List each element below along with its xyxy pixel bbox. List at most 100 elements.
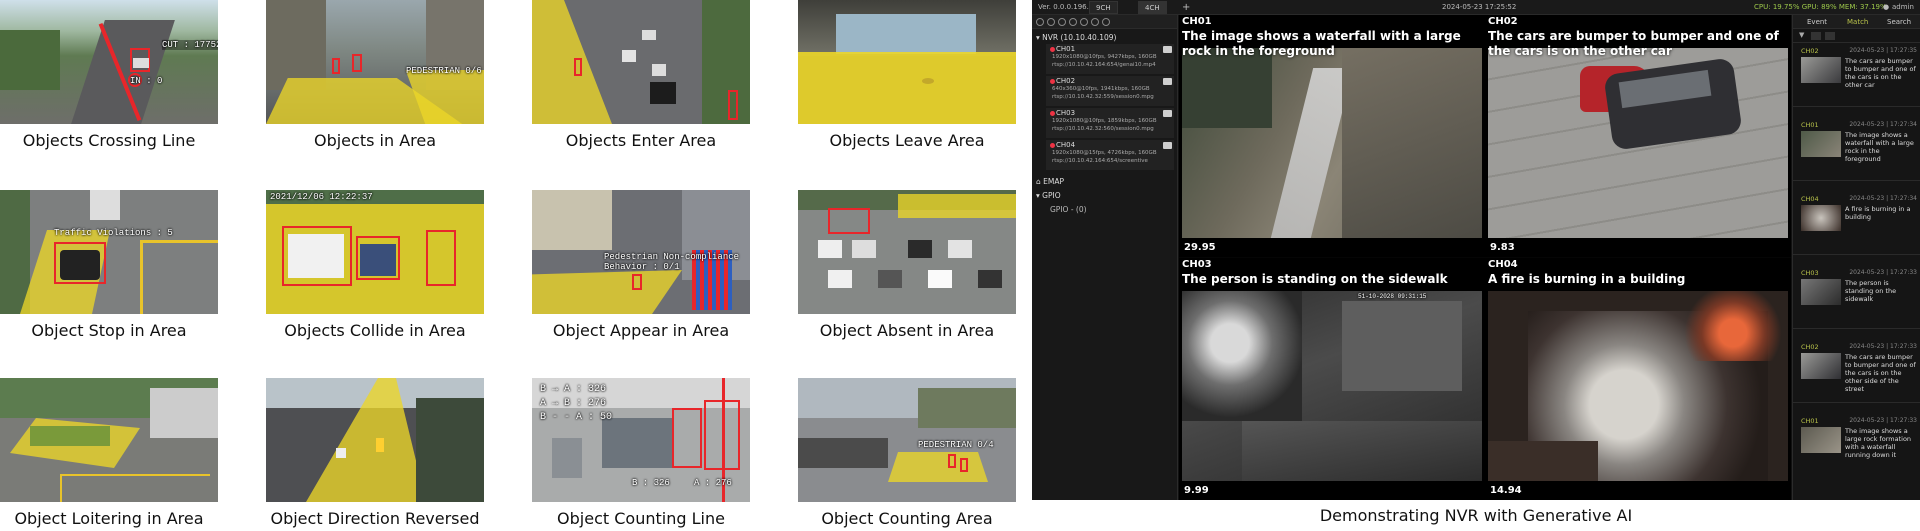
demo-absent-in-area: Object Absent in Area <box>798 190 1016 340</box>
demo-caption: Object Absent in Area <box>819 321 995 340</box>
event-item[interactable]: CH04 2024-05-23 | 17:27:34 A fire is bur… <box>1793 191 1920 255</box>
event-text: The image shows a waterfall with a large… <box>1845 131 1914 163</box>
demo-counting-area: PEDESTRIAN 0/4 Object Counting Area <box>798 378 1016 528</box>
ai-caption: The image shows a waterfall with a large… <box>1182 29 1461 58</box>
event-item[interactable]: CH02 2024-05-23 | 17:27:35 The cars are … <box>1793 43 1920 107</box>
filter-icon[interactable]: ▼ <box>1799 31 1804 39</box>
demo-thumbnail <box>0 378 218 502</box>
event-channel: CH01 <box>1801 121 1819 129</box>
add-tab-button[interactable]: + <box>1182 0 1190 15</box>
tool-icon[interactable] <box>1047 18 1055 26</box>
tab-9ch[interactable]: 9CH <box>1089 1 1118 14</box>
status-icon <box>1163 110 1172 117</box>
event-channel: CH04 <box>1801 195 1819 203</box>
tree-gpio-item[interactable]: GPIO - (0) <box>1050 205 1087 214</box>
tab-4ch[interactable]: 4CH <box>1138 1 1167 14</box>
event-channel: CH02 <box>1801 47 1819 55</box>
event-item[interactable]: CH03 2024-05-23 | 17:27:33 The person is… <box>1793 265 1920 329</box>
video-cell-ch03[interactable]: 51-10-2028 09:31:15 CH03 The person is s… <box>1179 258 1485 500</box>
tree-emap-label: EMAP <box>1043 177 1065 186</box>
filter-box[interactable] <box>1825 32 1835 40</box>
tree-gpio-node[interactable]: ▾ GPIO <box>1036 191 1061 200</box>
channel-name: CH04 <box>1056 141 1076 149</box>
camera-icon <box>1050 79 1055 84</box>
demo-caption: Object Appear in Area <box>552 321 730 340</box>
overlay-counter: IN : 0 <box>130 76 163 86</box>
video-cell-ch04[interactable]: CH04 A fire is burning in a building 14.… <box>1485 258 1791 500</box>
tree-emap-node[interactable]: ⌂ EMAP <box>1036 177 1064 186</box>
user-icon[interactable]: ● <box>1883 0 1889 15</box>
ai-caption: The person is standing on the sidewalk <box>1182 272 1448 286</box>
channel-spec: 1920x1080@10fps, 1859kbps, 160GB <box>1052 118 1157 124</box>
status-icon <box>1163 142 1172 149</box>
demo-caption: Object Counting Line <box>557 509 725 528</box>
channel-row[interactable]: CH02 640x360@10fps, 1941kbps, 160GB rtsp… <box>1046 76 1174 106</box>
demo-objects-in-area: PEDESTRIAN 0/6 Objects in Area <box>266 0 484 150</box>
video-cell-ch02[interactable]: CH02 The cars are bumper to bumper and o… <box>1485 15 1791 257</box>
camera-icon <box>1050 47 1055 52</box>
device-tree-panel: ▾ NVR (10.10.40.109) CH01 1920x1080@10fp… <box>1032 15 1178 500</box>
tool-icon[interactable] <box>1102 18 1110 26</box>
tree-nvr-node[interactable]: ▾ NVR (10.10.40.109) <box>1036 33 1116 42</box>
video-cell-ch01[interactable]: CH01 The image shows a waterfall with a … <box>1179 15 1485 257</box>
event-item[interactable]: CH02 2024-05-23 | 17:27:33 The cars are … <box>1793 339 1920 403</box>
filter-box[interactable] <box>1811 32 1821 40</box>
demo-thumbnail <box>798 0 1016 124</box>
tool-icon[interactable] <box>1069 18 1077 26</box>
tab-event[interactable]: Event <box>1807 17 1827 27</box>
overlay-counter: B - - A : 50 <box>540 412 613 423</box>
channel-row[interactable]: CH01 1920x1080@10fps, 9427kbps, 160GB rt… <box>1046 44 1174 74</box>
camera-icon <box>1050 143 1055 148</box>
event-channel: CH02 <box>1801 343 1819 351</box>
demo-leave-area: Objects Leave Area <box>798 0 1016 150</box>
channel-label: CH03 <box>1182 259 1212 270</box>
event-panel: Event Match Search ▼ CH02 2024-05-23 | 1… <box>1792 15 1920 500</box>
event-time: 2024-05-23 | 17:27:33 <box>1849 343 1917 350</box>
event-time: 2024-05-23 | 17:27:35 <box>1849 47 1917 54</box>
demo-caption: Objects Enter Area <box>565 131 717 150</box>
event-item[interactable]: CH01 2024-05-23 | 17:27:34 The image sho… <box>1793 117 1920 181</box>
demo-thumbnail: CUT : 17752 IN : 0 <box>0 0 218 124</box>
event-thumbnail <box>1801 427 1841 453</box>
event-text: The image shows a large rock formation w… <box>1845 427 1912 459</box>
tab-search[interactable]: Search <box>1887 17 1911 27</box>
overlay-counter: B → A : 326 <box>540 384 607 395</box>
overlay-timestamp: 51-10-2028 09:31:15 <box>1358 293 1427 300</box>
tree-gpio-label: GPIO <box>1042 191 1061 200</box>
channel-row[interactable]: CH03 1920x1080@10fps, 1859kbps, 160GB rt… <box>1046 108 1174 138</box>
channel-url: rtsp://10.10.42.32:559/session0.mpg <box>1052 94 1154 100</box>
event-time: 2024-05-23 | 17:27:33 <box>1849 417 1917 424</box>
tool-icon[interactable] <box>1058 18 1066 26</box>
fps-label: 14.94 <box>1490 485 1522 496</box>
page: CUT : 17752 IN : 0 Objects Crossing Line… <box>0 0 1920 531</box>
channel-name: CH01 <box>1056 45 1076 53</box>
fps-label: 9.99 <box>1184 485 1209 496</box>
demo-loitering-in-area: Object Loitering in Area <box>0 378 218 528</box>
tool-icon[interactable] <box>1036 18 1044 26</box>
title-bar: Ver. 0.0.0.196.2 9CH 4CH + 2024-05-23 17… <box>1032 0 1920 15</box>
version-label: Ver. 0.0.0.196.2 <box>1038 3 1094 11</box>
channel-row[interactable]: CH04 1920x1080@15fps, 4726kbps, 160GB rt… <box>1046 140 1174 170</box>
channel-name: CH02 <box>1056 77 1076 85</box>
channel-label: CH01 <box>1182 16 1212 27</box>
video-frame <box>1488 291 1788 481</box>
nvr-window: Ver. 0.0.0.196.2 9CH 4CH + 2024-05-23 17… <box>1032 0 1920 500</box>
demo-enter-area: Objects Enter Area <box>532 0 750 150</box>
demo-caption: Object Direction Reversed <box>270 509 480 528</box>
demo-caption: Objects Collide in Area <box>284 321 466 340</box>
tool-icon[interactable] <box>1080 18 1088 26</box>
event-time: 2024-05-23 | 17:27:34 <box>1849 121 1917 128</box>
demo-thumbnail <box>266 378 484 502</box>
overlay-label: Pedestrian Non-compliance <box>604 252 740 262</box>
event-channel: CH01 <box>1801 417 1819 425</box>
demo-caption: Objects Leave Area <box>829 131 985 150</box>
video-frame <box>1488 48 1788 238</box>
demo-thumbnail: PEDESTRIAN 0/6 <box>266 0 484 124</box>
tab-match[interactable]: Match <box>1847 17 1868 27</box>
demo-thumbnail: Traffic Violations : 5 <box>0 190 218 314</box>
tool-icon[interactable] <box>1091 18 1099 26</box>
demo-counting-line: B → A : 326 A → B : 276 B - - A : 50 B :… <box>532 378 750 528</box>
event-item[interactable]: CH01 2024-05-23 | 17:27:33 The image sho… <box>1793 413 1920 477</box>
demo-thumbnail <box>798 190 1016 314</box>
user-name[interactable]: admin <box>1892 0 1914 15</box>
